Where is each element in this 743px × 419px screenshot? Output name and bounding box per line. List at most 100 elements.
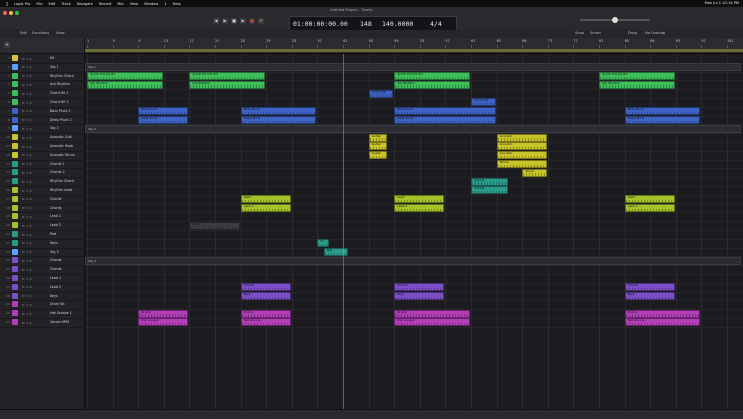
region[interactable]: Chords (624, 283, 675, 292)
mute-solo-buttons[interactable]: M S R (22, 145, 32, 149)
region[interactable]: Keys (394, 292, 445, 300)
region[interactable]: Guitar (368, 142, 387, 151)
mute-solo-buttons[interactable]: M S R (22, 268, 32, 272)
edit-menu[interactable]: Edit (20, 31, 27, 35)
track-name[interactable]: Bass Pluck 1 (50, 109, 71, 113)
region[interactable]: Lead 2 (624, 204, 675, 212)
arrange-area[interactable]: Stg 1 Stg 2 Stg 3 Synth Chords #1 Synth Chor… (85, 54, 743, 409)
mute-solo-buttons[interactable]: M S R (22, 285, 32, 289)
region[interactable]: Lead (240, 195, 291, 204)
mute-solo-buttons[interactable]: M S R (22, 171, 32, 175)
region[interactable]: Lead (394, 195, 445, 204)
region[interactable]: Deep Pluck (624, 116, 701, 124)
view-menu[interactable]: View (56, 31, 65, 35)
region[interactable]: Arp Rhythm (394, 80, 470, 89)
region[interactable]: Guitar (368, 151, 387, 160)
region[interactable]: Chords (240, 283, 291, 292)
region[interactable]: Chords (471, 186, 509, 195)
region[interactable]: Strum (522, 168, 547, 177)
mute-solo-buttons[interactable]: M S R (22, 118, 32, 122)
region[interactable]: Hat Groove (138, 318, 189, 327)
mute-solo-buttons[interactable]: M S R (22, 303, 32, 307)
menu-item[interactable]: 1 (164, 2, 166, 6)
track-name[interactable]: Rhythm Chord (50, 179, 74, 183)
region[interactable]: Synth Chords #4 (599, 72, 675, 80)
mute-solo-buttons[interactable]: M S R (22, 312, 32, 316)
track-name[interactable]: Pad (50, 232, 56, 236)
region[interactable]: Hat Groove (394, 318, 470, 327)
menu-item[interactable]: Track (61, 2, 70, 6)
mute-solo-buttons[interactable]: M S R (22, 109, 32, 113)
menu-item[interactable]: Record (99, 2, 111, 6)
region[interactable]: Deep Pluck (138, 116, 189, 124)
mute-solo-buttons[interactable]: M S R (22, 189, 32, 193)
region[interactable]: Deep Pluck (394, 116, 496, 124)
track-header[interactable]: 31 M S R Vocals HPM (0, 318, 84, 328)
region[interactable]: Chord Hit (471, 98, 496, 107)
stop-button[interactable]: ■ (231, 18, 237, 24)
minimize-window-button[interactable] (9, 11, 13, 15)
master-volume-knob[interactable] (612, 17, 618, 23)
region[interactable]: Strum (496, 160, 547, 168)
region[interactable]: Arp Rhythm (599, 80, 675, 89)
mute-solo-buttons[interactable]: M S R (22, 233, 32, 237)
region[interactable]: Keys (240, 292, 291, 300)
mute-solo-buttons[interactable]: M S R (22, 197, 32, 201)
region[interactable]: Acoustic (496, 142, 547, 151)
region[interactable]: Lead (624, 195, 675, 204)
track-name[interactable]: Acoustic Hook (50, 144, 73, 148)
track-name[interactable]: Lead 1 (50, 214, 61, 218)
region[interactable]: Chords (394, 283, 445, 292)
track-name[interactable]: Drum Kit (50, 302, 65, 306)
bar-ruler[interactable]: 1 5 9 13 17 21 25 29 33 37 41 45 49 53 57 61 65 69 73 77 81 8… (85, 38, 743, 54)
mute-solo-buttons[interactable]: M S R (22, 259, 32, 263)
region[interactable]: Acoustic (496, 151, 547, 160)
mute-solo-buttons[interactable]: M S R (22, 180, 32, 184)
zoom-window-button[interactable] (15, 11, 19, 15)
track-name[interactable]: Chords (50, 258, 62, 262)
region[interactable]: Arp Rhythm (87, 80, 163, 89)
menu-item[interactable]: Mix (117, 2, 123, 6)
region[interactable]: Hat Groove (624, 318, 701, 327)
mute-solo-buttons[interactable]: M S R (22, 162, 32, 166)
region[interactable]: Drums (240, 309, 291, 318)
mute-solo-buttons[interactable]: M S R (22, 241, 32, 245)
region[interactable]: Chords (471, 177, 509, 186)
region[interactable]: Riser (189, 221, 240, 230)
mute-solo-buttons[interactable]: M S R (22, 224, 32, 228)
region[interactable]: Acoustic (496, 133, 547, 142)
track-name[interactable]: Hat Groove 1 (50, 311, 72, 315)
region[interactable]: Drums (138, 309, 189, 318)
cycle-button[interactable]: ⟳ (258, 18, 264, 24)
mute-solo-buttons[interactable]: M S R (22, 74, 32, 78)
track-name[interactable]: Acoustic Strum (50, 153, 75, 157)
mute-solo-buttons[interactable]: M S R (22, 215, 32, 219)
track-name[interactable]: Keys (50, 294, 58, 298)
region[interactable]: Bass Pluck (394, 107, 496, 116)
menu-item[interactable]: Logic Pro (14, 2, 30, 6)
region[interactable]: Drums (394, 309, 470, 318)
play-button[interactable]: ▶ (240, 18, 246, 24)
region[interactable]: Pad (323, 248, 349, 256)
forward-button[interactable]: ▶ (222, 18, 228, 24)
folder-region[interactable]: Stg 3 (85, 256, 741, 265)
track-name[interactable]: Rhythm Lead (50, 188, 72, 192)
mute-solo-buttons[interactable]: M S R (22, 65, 32, 69)
region[interactable]: Synth Chords #2 (189, 72, 266, 80)
close-window-button[interactable] (3, 11, 7, 15)
region[interactable]: Hat Groove (240, 318, 291, 327)
track-name[interactable]: Keys (50, 241, 58, 245)
track-name[interactable]: Chords 1 (50, 162, 65, 166)
mute-solo-buttons[interactable]: M S R (22, 127, 32, 131)
mute-solo-buttons[interactable]: M S R (22, 277, 32, 281)
region[interactable]: Deep Pluck (240, 116, 317, 124)
playhead[interactable] (343, 54, 344, 409)
menu-item[interactable]: View (130, 2, 139, 6)
track-name[interactable]: Lead 2 (50, 285, 61, 289)
mute-solo-buttons[interactable]: M S R (22, 92, 32, 96)
menu-item[interactable]: Help (173, 2, 181, 6)
mute-solo-buttons[interactable]: M S R (22, 250, 32, 254)
track-name[interactable]: Rhythm Chord (50, 74, 74, 78)
mute-solo-buttons[interactable]: M S R (22, 153, 32, 157)
region[interactable]: Guitar (368, 133, 387, 142)
